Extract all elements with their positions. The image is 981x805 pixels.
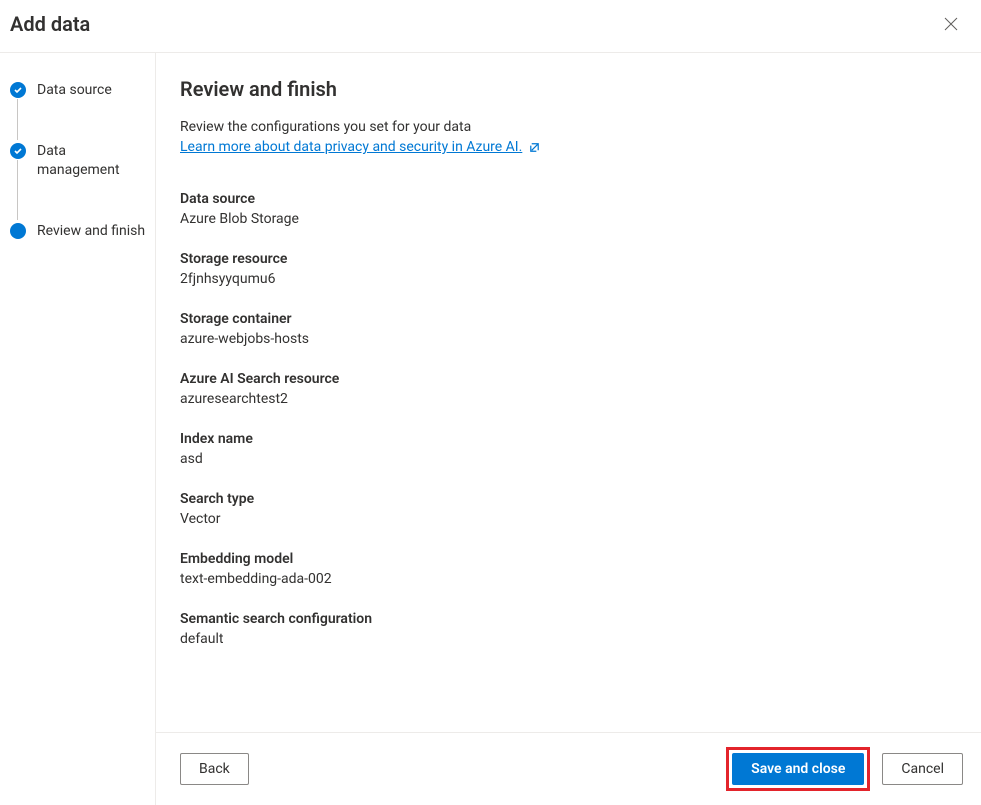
- step-done-icon: [10, 143, 26, 159]
- field-storage-resource: Storage resource 2fjnhsyyqumu6: [180, 251, 961, 287]
- review-fields: Data source Azure Blob Storage Storage r…: [180, 191, 961, 647]
- step-current-icon: [10, 223, 26, 239]
- wizard-step-data-source[interactable]: Data source: [10, 81, 147, 142]
- wizard-step-data-management[interactable]: Data management: [10, 142, 147, 222]
- close-icon: [944, 17, 958, 31]
- learn-more-link[interactable]: Learn more about data privacy and securi…: [180, 139, 541, 155]
- cancel-button[interactable]: Cancel: [882, 753, 963, 785]
- wizard-steps-list: Data source Data management Review and f…: [10, 81, 147, 241]
- field-storage-container: Storage container azure-webjobs-hosts: [180, 311, 961, 347]
- footer-right: Save and close Cancel: [726, 747, 963, 791]
- wizard-step-review-finish[interactable]: Review and finish: [10, 222, 147, 241]
- save-button-highlight: Save and close: [726, 747, 870, 791]
- field-value: azure-webjobs-hosts: [180, 331, 961, 347]
- learn-more-label: Learn more about data privacy and securi…: [180, 139, 522, 155]
- close-button[interactable]: [937, 10, 965, 38]
- dialog-title: Add data: [10, 12, 90, 36]
- field-data-source: Data source Azure Blob Storage: [180, 191, 961, 227]
- field-value: asd: [180, 451, 961, 467]
- external-link-icon: [528, 141, 541, 154]
- field-value: text-embedding-ada-002: [180, 571, 961, 587]
- footer-left: Back: [180, 753, 249, 785]
- field-search-type: Search type Vector: [180, 491, 961, 527]
- field-label: Index name: [180, 431, 961, 447]
- wizard-footer: Back Save and close Cancel: [156, 732, 981, 805]
- field-ai-search-resource: Azure AI Search resource azuresearchtest…: [180, 371, 961, 407]
- field-value: Vector: [180, 511, 961, 527]
- field-label: Embedding model: [180, 551, 961, 567]
- dialog-body: Data source Data management Review and f…: [0, 53, 981, 805]
- wizard-steps-sidebar: Data source Data management Review and f…: [0, 53, 156, 805]
- back-button[interactable]: Back: [180, 753, 249, 785]
- wizard-step-label: Data source: [37, 81, 112, 100]
- page-heading: Review and finish: [180, 77, 961, 101]
- field-value: default: [180, 631, 961, 647]
- step-connector: [17, 99, 18, 140]
- step-connector: [17, 160, 18, 220]
- field-value: azuresearchtest2: [180, 391, 961, 407]
- field-embedding-model: Embedding model text-embedding-ada-002: [180, 551, 961, 587]
- field-semantic-config: Semantic search configuration default: [180, 611, 961, 647]
- dialog-header: Add data: [0, 0, 981, 53]
- field-label: Search type: [180, 491, 961, 507]
- save-and-close-button[interactable]: Save and close: [732, 753, 864, 785]
- field-label: Data source: [180, 191, 961, 207]
- field-value: 2fjnhsyyqumu6: [180, 271, 961, 287]
- field-label: Azure AI Search resource: [180, 371, 961, 387]
- field-label: Storage resource: [180, 251, 961, 267]
- intro-text: Review the configurations you set for yo…: [180, 119, 961, 135]
- field-value: Azure Blob Storage: [180, 211, 961, 227]
- field-label: Semantic search configuration: [180, 611, 961, 627]
- field-label: Storage container: [180, 311, 961, 327]
- wizard-step-label: Review and finish: [37, 222, 145, 241]
- step-done-icon: [10, 82, 26, 98]
- wizard-main: Review and finish Review the configurati…: [156, 53, 981, 805]
- field-index-name: Index name asd: [180, 431, 961, 467]
- review-content: Review and finish Review the configurati…: [156, 53, 981, 732]
- wizard-step-label: Data management: [37, 142, 147, 180]
